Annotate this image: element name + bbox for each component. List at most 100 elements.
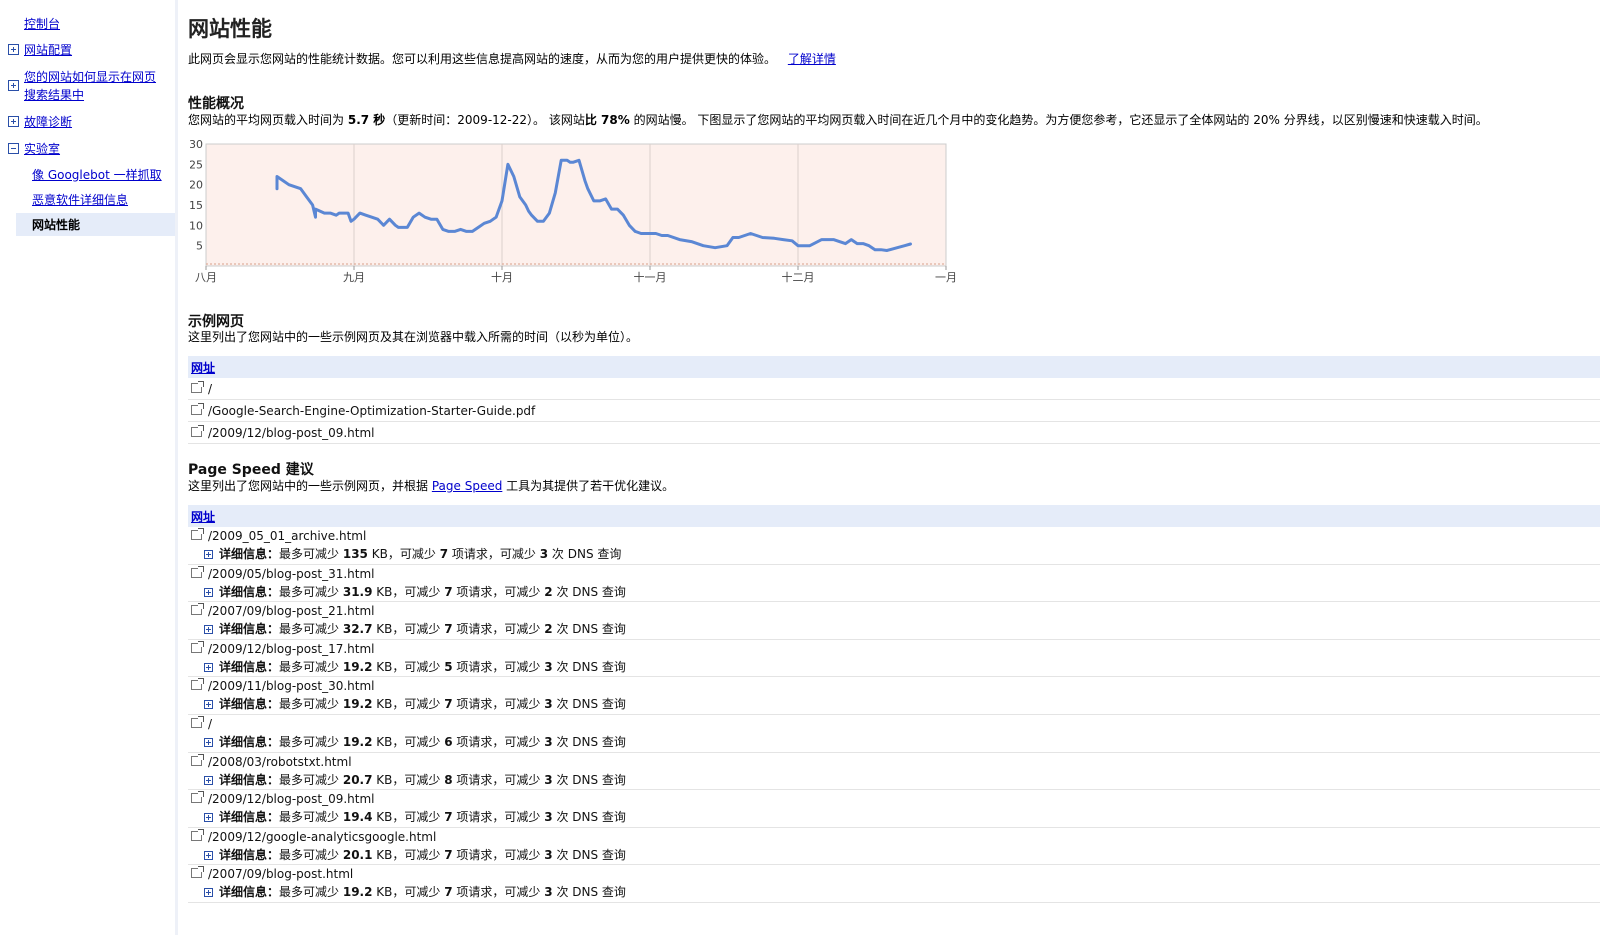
- table-row: /2008/03/robotstxt.html 详细信息：最多可减少 20.7 K…: [188, 753, 1600, 791]
- details-label: 详细信息：: [219, 772, 280, 787]
- page-url: /2009_05_01_archive.html: [208, 529, 367, 543]
- dns-savings: 2: [544, 584, 553, 599]
- learn-more-link[interactable]: 了解详情: [788, 52, 836, 66]
- external-link-icon[interactable]: [191, 425, 204, 437]
- details-label: 详细信息：: [219, 584, 280, 599]
- detail-text-1: 最多可减少: [279, 885, 340, 900]
- detail-text-2: KB，可减少: [371, 547, 436, 561]
- external-link-icon[interactable]: [191, 603, 204, 616]
- external-link-icon[interactable]: [191, 678, 204, 691]
- detail-text-3: 项请求，可减少: [456, 735, 541, 749]
- external-link-icon[interactable]: [191, 753, 204, 766]
- expand-details-icon[interactable]: [204, 700, 213, 710]
- sidebar-item-site-config[interactable]: 网站配置: [8, 41, 72, 59]
- overview-text-1: 您网站的平均网页载入时间为: [188, 113, 345, 127]
- sidebar-item-label-line2[interactable]: 搜索结果中: [24, 86, 156, 104]
- x-tick-label: 十月: [491, 270, 513, 284]
- expand-details-icon[interactable]: [204, 662, 213, 672]
- sidebar-item-label[interactable]: 故障诊断: [24, 113, 72, 131]
- external-link-icon[interactable]: [191, 828, 204, 841]
- sidebar-item-site-performance[interactable]: 网站性能: [16, 213, 175, 236]
- kb-savings: 19.4: [342, 810, 373, 825]
- expand-details-icon[interactable]: [204, 850, 213, 860]
- pagespeed-desc-2: 工具为其提供了若干优化建议。: [506, 479, 675, 493]
- detail-text-4: 次 DNS 查询: [556, 659, 626, 674]
- expand-plus-icon[interactable]: [8, 116, 19, 127]
- external-link-icon[interactable]: [191, 403, 204, 415]
- external-link-icon[interactable]: [191, 716, 204, 728]
- sidebar-item-label[interactable]: 网站配置: [24, 41, 72, 59]
- detail-text-4: 次 DNS 查询: [556, 584, 626, 599]
- external-link-icon[interactable]: [191, 381, 204, 393]
- collapse-minus-icon[interactable]: [8, 143, 19, 154]
- kb-savings: 32.7: [342, 622, 373, 637]
- detail-text-4: 次 DNS 查询: [556, 847, 626, 862]
- request-savings: 7: [444, 847, 453, 862]
- sidebar-item-search-appearance[interactable]: 您的网站如何显示在网页 搜索结果中: [8, 68, 156, 104]
- sidebar-item-label[interactable]: 控制台: [24, 15, 60, 33]
- request-savings: 7: [444, 584, 453, 599]
- detail-text-2: KB，可减少: [376, 847, 441, 862]
- detail-text-2: KB，可减少: [376, 885, 441, 900]
- expand-plus-icon[interactable]: [8, 44, 19, 55]
- detail-text-4: 次 DNS 查询: [556, 697, 626, 712]
- table-row: /Google-Search-Engine-Optimization-Start…: [188, 400, 1600, 422]
- expand-plus-icon[interactable]: [8, 80, 19, 91]
- url-column-header[interactable]: 网址: [191, 359, 215, 376]
- details-label: 详细信息：: [219, 659, 280, 674]
- sidebar-item-label[interactable]: 您的网站如何显示在网页: [24, 68, 156, 86]
- dns-savings: 3: [544, 659, 553, 674]
- detail-text-3: 项请求，可减少: [456, 810, 541, 825]
- external-link-icon[interactable]: [191, 528, 204, 540]
- detail-text-4: 次 DNS 查询: [556, 735, 626, 749]
- page-url: /2009/12/google-analyticsgoogle.html: [208, 829, 437, 844]
- sidebar-item-diagnostics[interactable]: 故障诊断: [8, 113, 72, 131]
- expand-details-icon[interactable]: [204, 625, 213, 635]
- table-row: /2009_05_01_archive.html 详细信息：最多可减少 135 K…: [188, 527, 1600, 565]
- external-link-icon[interactable]: [191, 640, 204, 653]
- sidebar-item-fetch-as-googlebot[interactable]: 像 Googlebot 一样抓取: [32, 166, 162, 184]
- expand-details-icon[interactable]: [204, 775, 213, 785]
- page-intro: 此网页会显示您网站的性能统计数据。您可以利用这些信息提高网站的速度，从而为您的用…: [188, 50, 836, 67]
- sidebar-item-malware-details[interactable]: 恶意软件详细信息: [32, 191, 128, 209]
- detail-text-2: KB，可减少: [376, 772, 441, 787]
- details-label: 详细信息：: [219, 622, 280, 637]
- expand-details-icon[interactable]: [204, 813, 213, 823]
- detail-text-2: KB，可减少: [376, 622, 441, 637]
- dns-savings: 3: [544, 735, 553, 749]
- external-link-icon[interactable]: [191, 791, 204, 804]
- detail-text-4: 次 DNS 查询: [551, 547, 622, 561]
- kb-savings: 20.1: [342, 847, 373, 862]
- x-tick-label: 八月: [195, 271, 217, 284]
- external-link-icon[interactable]: [191, 866, 204, 879]
- table-row: /2009/12/blog-post_09.html 详细信息：最多可减少 19.…: [188, 790, 1600, 828]
- kb-savings: 135: [342, 547, 368, 561]
- request-savings: 7: [439, 547, 449, 561]
- page-speed-link[interactable]: Page Speed: [432, 479, 502, 493]
- detail-text-1: 最多可减少: [279, 547, 340, 561]
- request-savings: 7: [444, 697, 453, 712]
- y-tick-label: 15: [190, 199, 203, 212]
- detail-text-4: 次 DNS 查询: [556, 622, 626, 637]
- sidebar-item-dashboard[interactable]: 控制台: [8, 15, 60, 33]
- expand-details-icon[interactable]: [204, 587, 213, 597]
- sample-table-header: 网址: [188, 356, 1600, 378]
- x-tick-label: 一月: [935, 271, 957, 284]
- detail-text-1: 最多可减少: [279, 697, 340, 712]
- table-row: / 详细信息：最多可减少 19.2 KB，可减少 6 项请求，可减少 3 次 DN…: [188, 715, 1600, 753]
- detail-text-3: 项请求，可减少: [456, 659, 541, 674]
- sidebar-item-label[interactable]: 实验室: [24, 140, 60, 158]
- detail-text-2: KB，可减少: [376, 659, 441, 674]
- expand-details-icon[interactable]: [204, 888, 213, 898]
- dns-savings: 3: [544, 810, 553, 825]
- sidebar-item-labs[interactable]: 实验室: [8, 140, 60, 158]
- expand-details-icon[interactable]: [204, 550, 213, 559]
- expand-details-icon[interactable]: [204, 738, 213, 747]
- x-tick-label: 九月: [343, 271, 365, 284]
- table-row: /2009/05/blog-post_31.html 详细信息：最多可减少 31.…: [188, 565, 1600, 603]
- page-url: /: [208, 382, 213, 396]
- x-tick-label: 十一月: [634, 270, 667, 284]
- url-column-header[interactable]: 网址: [191, 508, 215, 525]
- external-link-icon[interactable]: [191, 565, 204, 578]
- page-url: /2008/03/robotstxt.html: [208, 754, 352, 769]
